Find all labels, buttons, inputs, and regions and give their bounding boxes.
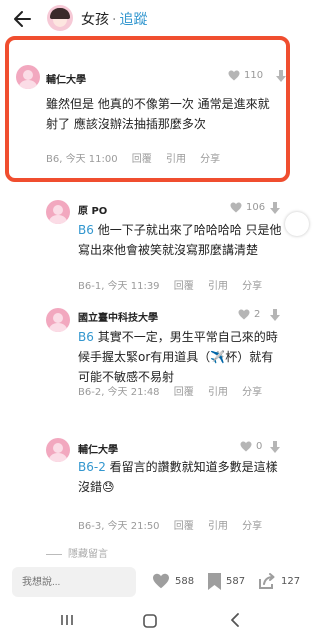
avatar[interactable]	[46, 308, 70, 332]
bottom-action-bar: 588 587 127	[0, 563, 301, 601]
heart-icon	[230, 202, 242, 213]
bookmark-count: 587	[226, 576, 246, 587]
heart-icon	[240, 441, 252, 452]
reply-button[interactable]: 回覆	[174, 281, 194, 292]
board-avatar[interactable]	[47, 5, 73, 31]
post-like-button[interactable]: 588	[152, 573, 194, 589]
divider-line	[46, 553, 62, 555]
heart-icon	[238, 309, 250, 320]
top-bar: 女孩 · 追蹤	[0, 0, 301, 40]
comment-author[interactable]: 原 PO	[78, 202, 107, 217]
follow-button[interactable]: 追蹤	[119, 12, 147, 28]
avatar[interactable]	[46, 200, 70, 224]
side-scroll-handle[interactable]	[285, 212, 309, 236]
comment-body: B6-2 看留言的讚數就知道多數是這樣 沒錯😓	[78, 457, 278, 497]
hidden-comments-toggle[interactable]: 隱藏留言	[46, 545, 108, 560]
like-button[interactable]: 0	[240, 441, 262, 452]
comment-author[interactable]: 國立臺中科技大學	[78, 309, 158, 324]
bookmark-button[interactable]: 587	[208, 573, 245, 590]
share-button[interactable]: 分享	[242, 387, 262, 398]
quote-button[interactable]: 引用	[208, 281, 228, 292]
home-icon[interactable]	[142, 613, 158, 629]
like-button[interactable]: 106	[230, 202, 265, 213]
floor-time: B6-2, 今天 21:48	[78, 387, 160, 398]
quote-button[interactable]: 引用	[208, 521, 228, 532]
bookmark-icon	[208, 573, 221, 590]
like-count: 106	[246, 202, 266, 213]
floor-reference-link[interactable]: B6	[78, 330, 94, 344]
dislike-arrow-icon[interactable]	[270, 441, 280, 453]
share-button[interactable]: 分享	[242, 521, 262, 532]
comment-line: 其實不一定，男生平常自己來的時	[93, 330, 278, 344]
comment-body: B6 他一下子就出來了哈哈哈哈 只是他 寫出來他會被笑就沒寫那麼講清楚	[78, 220, 282, 260]
dislike-arrow-icon[interactable]	[270, 202, 280, 214]
post-like-count: 588	[175, 575, 195, 587]
like-button[interactable]: 2	[238, 309, 260, 320]
floor-reference-link[interactable]: B6	[78, 223, 94, 237]
comment-meta: B6-1, 今天 11:39 回覆 引用 分享	[78, 277, 273, 292]
hidden-comments-label: 隱藏留言	[68, 549, 108, 560]
board-title: 女孩 · 追蹤	[81, 9, 147, 29]
recent-apps-icon[interactable]	[60, 613, 74, 627]
back-arrow-icon[interactable]	[12, 8, 34, 30]
comment-author[interactable]: 輔仁大學	[78, 441, 118, 456]
reply-input[interactable]	[12, 567, 136, 597]
share-icon	[259, 573, 275, 589]
red-highlight-box	[5, 36, 290, 182]
like-count: 0	[256, 441, 263, 452]
comment-line: 候手握太緊or有用道具（✈️杯）就有	[78, 350, 274, 364]
comment-line: 沒錯😓	[78, 480, 115, 494]
comment-line: 他一下子就出來了哈哈哈哈 只是他	[93, 223, 282, 237]
heart-icon	[153, 573, 169, 589]
comment-body: B6 其實不一定，男生平常自己來的時 候手握太緊or有用道具（✈️杯）就有 可能…	[78, 327, 278, 387]
comment-line: 看留言的讚數就知道多數是這樣	[105, 460, 278, 474]
floor-time: B6-3, 今天 21:50	[78, 521, 160, 532]
share-button[interactable]: 分享	[242, 281, 262, 292]
nav-back-icon[interactable]	[228, 613, 242, 627]
avatar[interactable]	[46, 438, 70, 462]
title-separator: ·	[112, 12, 117, 28]
like-count: 2	[254, 309, 261, 320]
reply-button[interactable]: 回覆	[174, 521, 194, 532]
quote-button[interactable]: 引用	[208, 387, 228, 398]
share-post-button[interactable]: 127	[258, 573, 300, 590]
floor-reference-link[interactable]: B6-2	[78, 460, 106, 474]
reply-button[interactable]: 回覆	[174, 387, 194, 398]
comment-meta: B6-3, 今天 21:50 回覆 引用 分享	[78, 517, 273, 532]
system-nav-bar	[0, 603, 301, 640]
dislike-arrow-icon[interactable]	[270, 309, 280, 321]
comment-line: 寫出來他會被笑就沒寫那麼講清楚	[78, 243, 259, 257]
comment-meta: B6-2, 今天 21:48 回覆 引用 分享	[78, 383, 273, 398]
floor-time: B6-1, 今天 11:39	[78, 281, 160, 292]
board-name[interactable]: 女孩	[81, 12, 109, 28]
share-count: 127	[281, 576, 301, 587]
